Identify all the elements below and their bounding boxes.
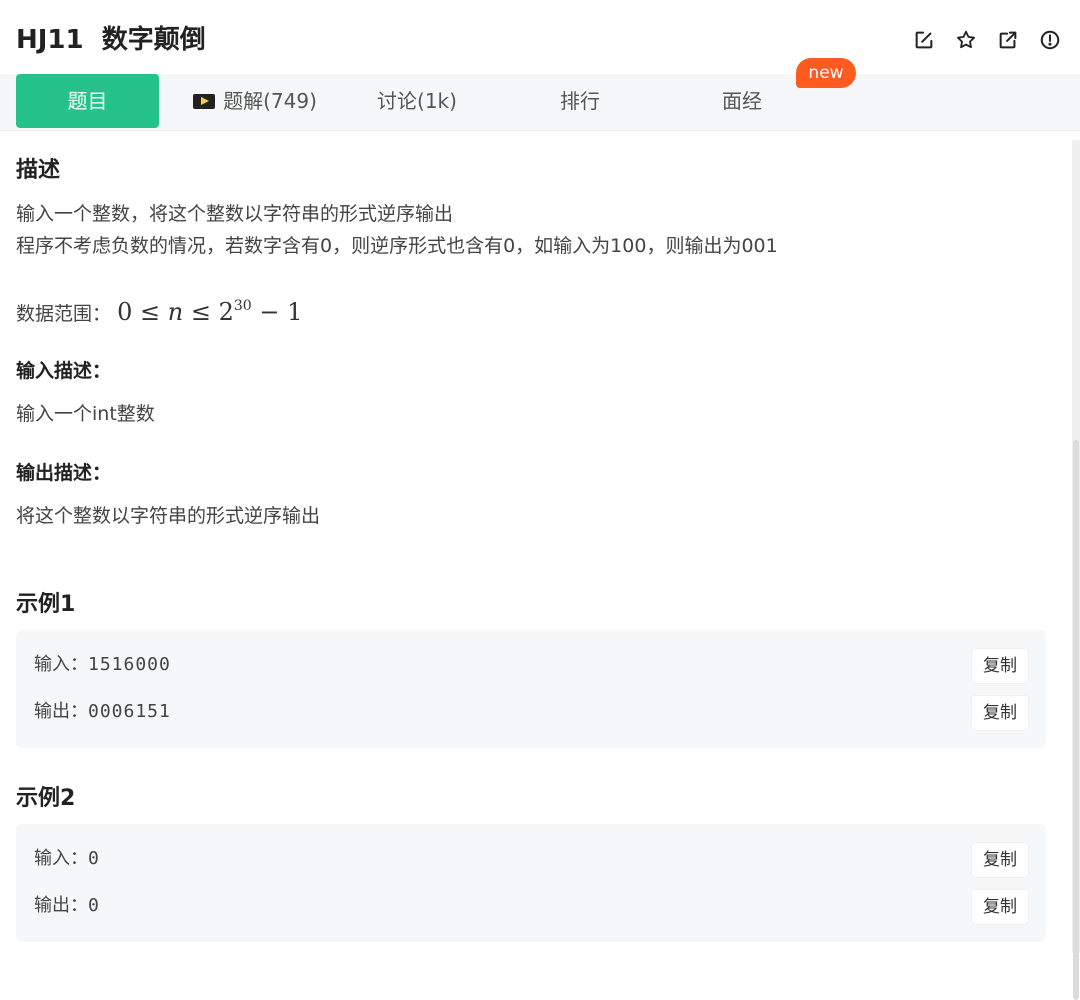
external-link-icon[interactable] [994, 26, 1022, 54]
tab-label: 讨论(1k) [377, 89, 457, 113]
description-line-1: 输入一个整数，将这个整数以字符串的形式逆序输出 [16, 203, 454, 225]
input-value: 1516000 [88, 654, 171, 675]
tab-ranking[interactable]: 排行 [520, 74, 640, 128]
example-1-heading: 示例1 [16, 592, 76, 617]
example-2-input: 输入：0 [34, 844, 100, 874]
input-value: 0 [88, 848, 100, 869]
output-description-heading: 输出描述： [16, 462, 112, 484]
problem-title: HJ11 数字颠倒 [16, 25, 206, 55]
example-2-output: 输出：0 [34, 891, 100, 921]
output-label: 输出： [34, 895, 88, 916]
copy-output-button[interactable]: 复制 [972, 696, 1028, 730]
output-description-text: 将这个整数以字符串的形式逆序输出 [16, 505, 321, 527]
data-range-formula: 0 ≤ n ≤ 230 − 1 [117, 298, 303, 326]
new-badge: new [796, 58, 856, 88]
example-1-input: 输入：1516000 [34, 650, 171, 680]
output-value: 0006151 [88, 701, 171, 722]
tab-label: 题目 [67, 89, 108, 113]
tab-label: 题解(749) [223, 89, 317, 113]
description-heading: 描述 [16, 158, 61, 183]
data-range-label: 数据范围： [16, 303, 112, 325]
alert-icon[interactable] [1036, 26, 1064, 54]
copy-input-button[interactable]: 复制 [972, 843, 1028, 877]
copy-input-button[interactable]: 复制 [972, 649, 1028, 683]
copy-output-button[interactable]: 复制 [972, 890, 1028, 924]
tab-problem[interactable]: 题目 [16, 74, 159, 128]
output-label: 输出： [34, 701, 88, 722]
example-2-heading: 示例2 [16, 786, 76, 811]
edit-icon[interactable] [910, 26, 938, 54]
example-2-box: 输入：0 复制 输出：0 复制 [16, 824, 1046, 942]
input-label: 输入： [34, 654, 88, 675]
tab-discussion[interactable]: 讨论(1k) [352, 74, 482, 128]
header-actions [910, 26, 1064, 54]
video-icon [193, 94, 216, 109]
scrollbar-thumb[interactable] [1073, 440, 1079, 1000]
input-description-text: 输入一个int整数 [16, 403, 155, 425]
input-description-heading: 输入描述： [16, 360, 112, 382]
tab-label: 排行 [560, 89, 600, 113]
tab-solutions[interactable]: 题解(749) [180, 74, 330, 128]
tab-interview[interactable]: 面经 [682, 74, 802, 128]
input-label: 输入： [34, 848, 88, 869]
star-icon[interactable] [952, 26, 980, 54]
problem-header: HJ11 数字颠倒 [0, 0, 1080, 74]
description-line-2: 程序不考虑负数的情况，若数字含有0，则逆序形式也含有0，如输入为100，则输出为… [16, 235, 778, 257]
example-1-output: 输出：0006151 [34, 697, 171, 727]
output-value: 0 [88, 895, 100, 916]
data-range: 数据范围： 0 ≤ n ≤ 230 − 1 [16, 290, 302, 330]
example-1-box: 输入：1516000 复制 输出：0006151 复制 [16, 630, 1046, 748]
tab-label: 面经 [722, 89, 762, 113]
scrollbar-track[interactable] [1072, 140, 1080, 1000]
tab-bar: 题目 题解(749) 讨论(1k) 排行 面经 [0, 74, 1080, 131]
